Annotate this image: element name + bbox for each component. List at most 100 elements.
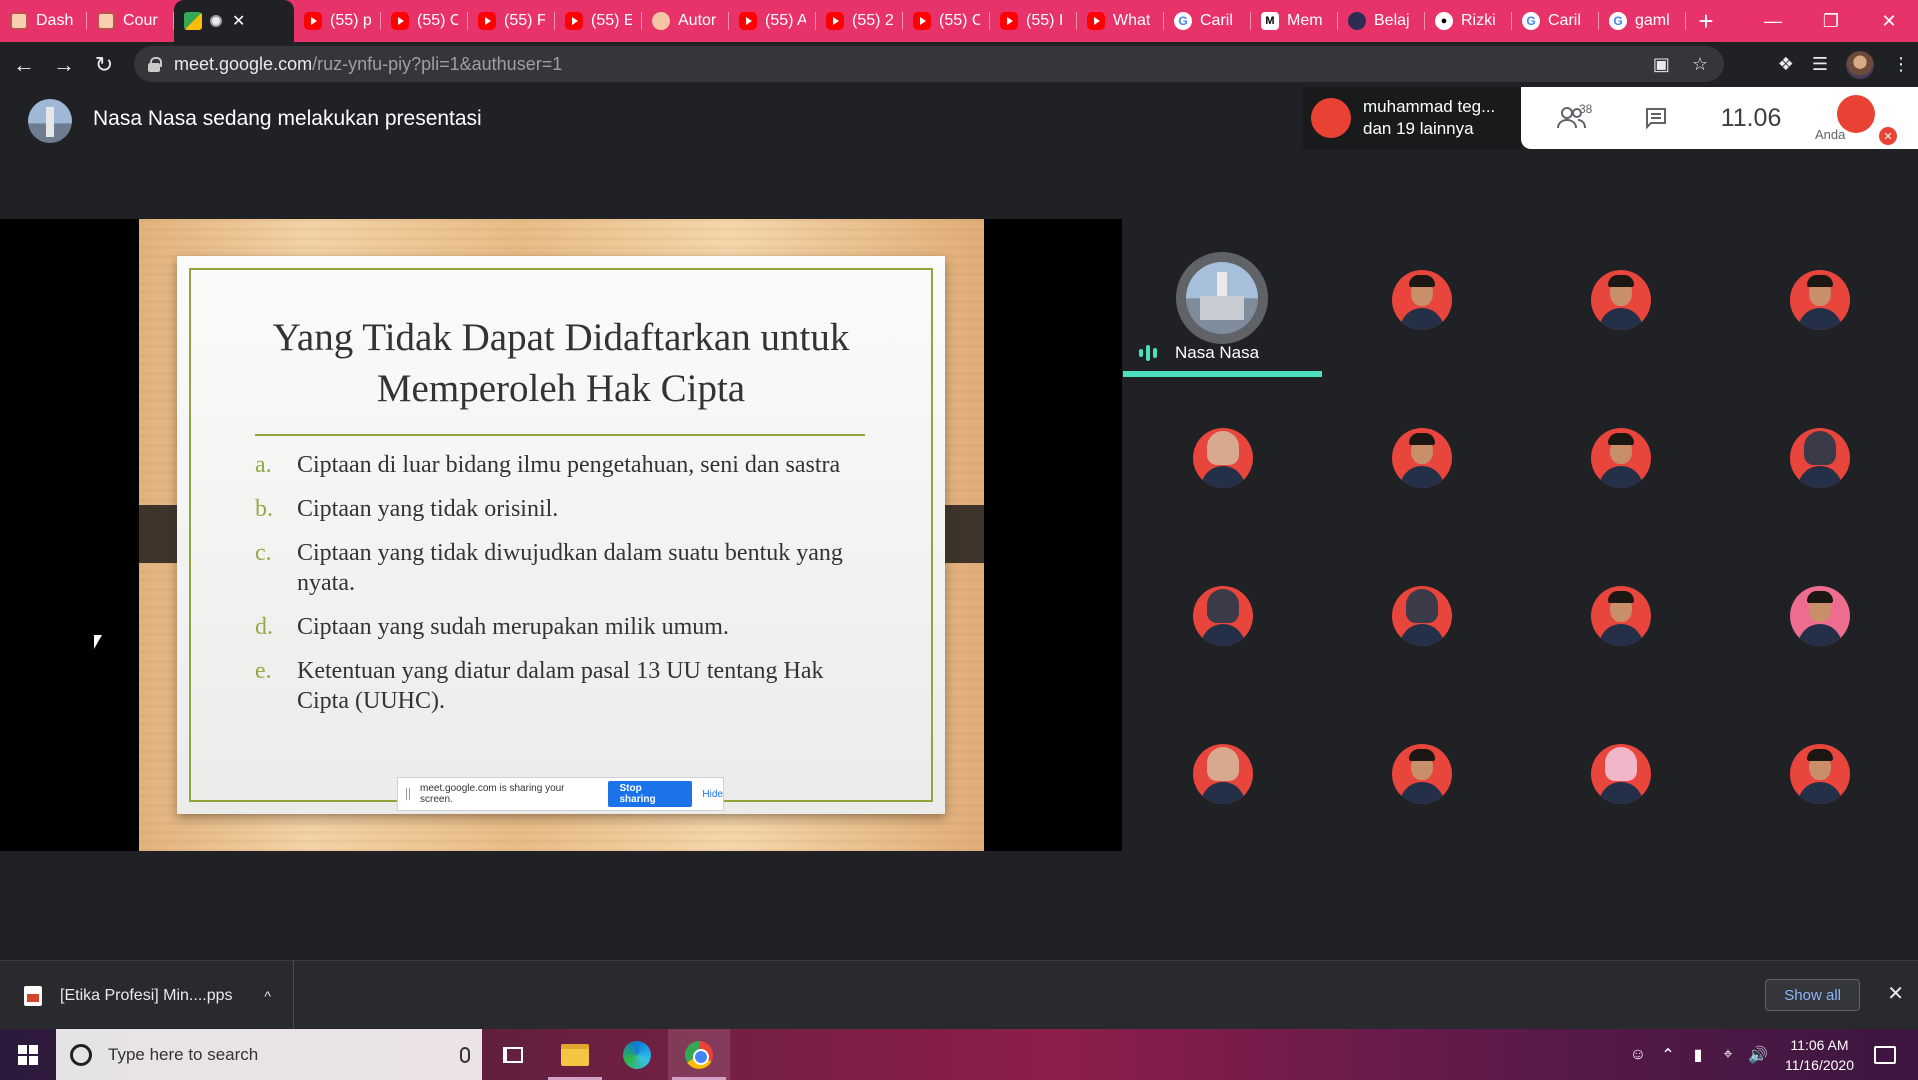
browser-tab[interactable]: (55) F bbox=[468, 0, 555, 42]
browser-tab[interactable]: (55) E bbox=[555, 0, 642, 42]
participant-tile[interactable] bbox=[1720, 535, 1918, 693]
reload-icon[interactable]: ↻ bbox=[84, 45, 124, 85]
lock-icon[interactable] bbox=[148, 57, 162, 72]
close-tab-icon[interactable]: ✕ bbox=[232, 11, 245, 31]
browser-tab[interactable]: ● Rizki bbox=[1425, 0, 1512, 42]
meet-header: Nasa Nasa sedang melakukan presentasi mu… bbox=[0, 87, 1918, 157]
browser-tab[interactable]: (55) C bbox=[903, 0, 990, 42]
browser-tab[interactable]: What bbox=[1077, 0, 1164, 42]
slide-bullet-text: Ciptaan yang tidak orisinil. bbox=[297, 496, 559, 522]
powerpoint-file-icon bbox=[24, 985, 42, 1006]
youtube-icon bbox=[304, 12, 322, 30]
taskbar-search[interactable]: Type here to search bbox=[56, 1029, 482, 1080]
browser-tab[interactable]: G Caril bbox=[1164, 0, 1251, 42]
browser-tab[interactable]: (55) p bbox=[294, 0, 381, 42]
camera-icon[interactable]: ▣ bbox=[1653, 54, 1670, 75]
browser-tab[interactable]: Cour bbox=[87, 0, 174, 42]
participant-tile[interactable] bbox=[1521, 535, 1720, 693]
browser-tab[interactable]: G Caril bbox=[1512, 0, 1599, 42]
presentation-stage: Yang Tidak Dapat Didaftarkan untuk Mempe… bbox=[0, 219, 1122, 851]
task-view-button[interactable] bbox=[482, 1029, 544, 1080]
github-icon: ● bbox=[1435, 12, 1453, 30]
participant-tile[interactable] bbox=[1720, 219, 1918, 377]
task-view-icon bbox=[503, 1046, 523, 1063]
participant-tile[interactable] bbox=[1521, 693, 1720, 851]
address-bar[interactable]: meet.google.com/ruz-ynfu-piy?pli=1&authu… bbox=[134, 46, 1724, 82]
download-file-name: [Etika Profesi] Min....pps bbox=[60, 986, 233, 1004]
chat-button[interactable] bbox=[1621, 106, 1691, 130]
youtube-icon bbox=[478, 12, 496, 30]
file-explorer-button[interactable] bbox=[544, 1029, 606, 1080]
participant-tile[interactable] bbox=[1322, 535, 1521, 693]
cortana-icon[interactable] bbox=[70, 1043, 92, 1066]
participant-tile[interactable] bbox=[1123, 377, 1322, 535]
slide-bullet-text: Ciptaan di luar bidang ilmu pengetahuan,… bbox=[297, 452, 841, 478]
presenter-title: Nasa Nasa sedang melakukan presentasi bbox=[93, 107, 482, 130]
slide-title: Yang Tidak Dapat Didaftarkan untuk Mempe… bbox=[217, 312, 905, 414]
participant-tile[interactable] bbox=[1322, 377, 1521, 535]
microphone-icon[interactable] bbox=[460, 1046, 470, 1063]
screen-share-bar: meet.google.com is sharing your screen. … bbox=[397, 777, 724, 811]
chevron-up-icon[interactable]: ^ bbox=[264, 988, 271, 1004]
notification-icon[interactable] bbox=[1874, 1045, 1896, 1064]
browser-tab[interactable]: Belaj bbox=[1338, 0, 1425, 42]
browser-tab[interactable]: Dash bbox=[0, 0, 87, 42]
bookmark-star-icon[interactable]: ☆ bbox=[1692, 54, 1708, 75]
recent-joiners[interactable]: muhammad teg... dan 19 lainnya bbox=[1303, 87, 1521, 149]
volume-icon[interactable]: 🔊 bbox=[1743, 1045, 1773, 1065]
browser-tab[interactable]: Autor bbox=[642, 0, 729, 42]
browser-tab[interactable]: (55) I bbox=[990, 0, 1077, 42]
participant-tile[interactable] bbox=[1123, 693, 1322, 851]
speaker-photo bbox=[1186, 262, 1258, 334]
extensions-icon[interactable]: ❖ bbox=[1778, 54, 1794, 75]
battery-icon[interactable]: ▮ bbox=[1683, 1045, 1713, 1065]
tab-label: (55) E bbox=[591, 12, 632, 29]
hide-link[interactable]: Hide bbox=[702, 789, 723, 800]
google-icon: G bbox=[1609, 12, 1627, 30]
people-tray-icon[interactable]: ☺ bbox=[1623, 1046, 1653, 1064]
profile-avatar[interactable] bbox=[1846, 50, 1874, 79]
tab-active-meet[interactable]: ✕ bbox=[174, 0, 294, 42]
participant-tile[interactable] bbox=[1521, 219, 1720, 377]
browser-tab[interactable]: Ggaml bbox=[1599, 0, 1686, 42]
forward-icon[interactable]: → bbox=[44, 45, 84, 85]
show-all-button[interactable]: Show all bbox=[1765, 979, 1860, 1011]
restore-icon[interactable]: ❐ bbox=[1802, 0, 1860, 42]
tab-label: (55) A bbox=[765, 12, 806, 29]
stop-sharing-button[interactable]: Stop sharing bbox=[607, 781, 693, 807]
download-item[interactable]: [Etika Profesi] Min....pps ^ bbox=[0, 961, 294, 1030]
participant-avatar bbox=[1392, 586, 1452, 646]
slide-bullet: b. Ciptaan yang tidak orisinil. bbox=[255, 494, 875, 524]
people-button[interactable]: 38 bbox=[1521, 102, 1621, 130]
slide-bullet-marker: c. bbox=[255, 540, 272, 566]
chevron-up-tray-icon[interactable]: ⌃ bbox=[1653, 1045, 1683, 1065]
minimize-icon[interactable]: — bbox=[1744, 0, 1802, 42]
participant-tile[interactable] bbox=[1123, 535, 1322, 693]
chrome-button[interactable] bbox=[668, 1029, 730, 1080]
new-tab-button[interactable]: + bbox=[1686, 0, 1726, 42]
participant-tile[interactable] bbox=[1521, 377, 1720, 535]
tab-label: Rizki bbox=[1461, 12, 1496, 29]
system-clock[interactable]: 11:06 AM 11/16/2020 bbox=[1785, 1035, 1854, 1075]
media-control-icon[interactable]: ☰ bbox=[1812, 54, 1828, 75]
browser-tab[interactable]: M Mem bbox=[1251, 0, 1338, 42]
wifi-icon[interactable]: ⌖ bbox=[1713, 1046, 1743, 1064]
browser-tab[interactable]: (55) C bbox=[381, 0, 468, 42]
self-view[interactable]: Anda ✕ bbox=[1811, 87, 1897, 149]
participant-tile[interactable] bbox=[1322, 693, 1521, 851]
close-shelf-icon[interactable]: ✕ bbox=[1887, 981, 1904, 1006]
self-label: Anda bbox=[1815, 127, 1846, 142]
start-button[interactable] bbox=[0, 1029, 56, 1080]
back-icon[interactable]: ← bbox=[4, 45, 44, 85]
close-window-icon[interactable]: ✕ bbox=[1860, 0, 1918, 42]
participant-tile[interactable] bbox=[1322, 219, 1521, 377]
edge-button[interactable] bbox=[606, 1029, 668, 1080]
tab-label: (55) p bbox=[330, 12, 371, 29]
participant-tile-speaker[interactable]: Nasa Nasa bbox=[1123, 219, 1322, 377]
participant-tile[interactable] bbox=[1720, 377, 1918, 535]
participant-tile[interactable] bbox=[1720, 693, 1918, 851]
drag-handle-icon[interactable] bbox=[406, 788, 410, 800]
browser-menu-icon[interactable]: ⋮ bbox=[1892, 54, 1910, 75]
browser-tab[interactable]: (55) 2 bbox=[816, 0, 903, 42]
browser-tab[interactable]: (55) A bbox=[729, 0, 816, 42]
